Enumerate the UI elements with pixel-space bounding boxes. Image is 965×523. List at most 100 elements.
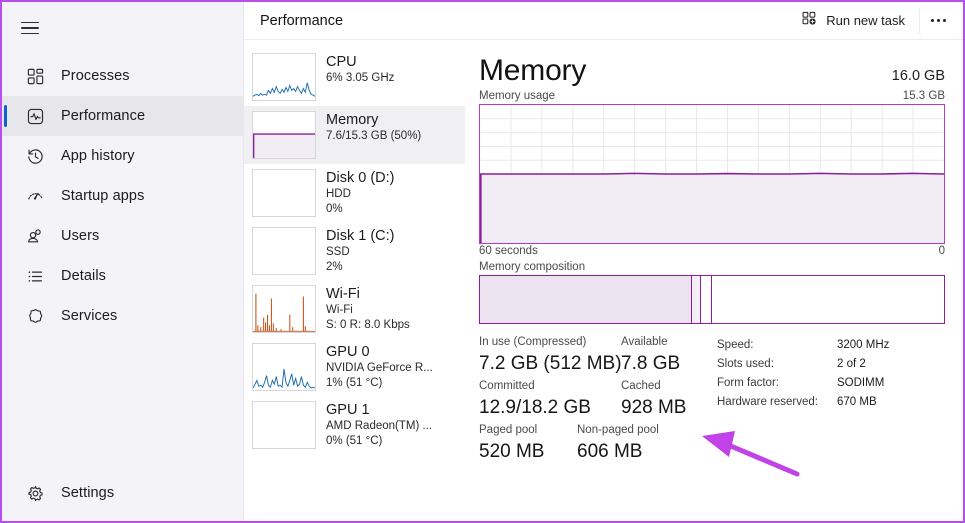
detail-total-memory: 16.0 GB (891, 68, 945, 84)
people-icon (26, 227, 45, 246)
resource-name: Wi-Fi (326, 286, 360, 302)
resource-name: GPU 0 (326, 344, 370, 360)
in-use-value: 7.2 GB (512 MB) (479, 353, 622, 374)
memory-usage-chart (479, 104, 945, 244)
gpu0-mini-graph (252, 343, 316, 391)
resource-item-memory[interactable]: Memory 7.6/15.3 GB (50%) (244, 106, 465, 164)
disk0-mini-graph (252, 169, 316, 217)
resource-name: Disk 1 (C:) (326, 228, 395, 244)
resource-sub2: S: 0 R: 8.0 Kbps (326, 318, 410, 331)
memory-composition-label: Memory composition (479, 261, 586, 273)
slots-label: Slots used: (717, 358, 774, 370)
resource-item-disk-1[interactable]: Disk 1 (C:) SSD 2% (244, 222, 465, 280)
speed-label: Speed: (717, 339, 754, 351)
composition-segment-modified[interactable] (690, 276, 701, 323)
resource-item-text: Disk 1 (C:) SSD 2% (326, 227, 394, 274)
detail-header: Memory 16.0 GB (479, 54, 945, 88)
resource-item-disk-0[interactable]: Disk 0 (D:) HDD 0% (244, 164, 465, 222)
stat-row-committed-cached: Committed Cached 12.9/18.2 GB 928 MB (479, 379, 711, 421)
graph-caption-row: Memory usage 15.3 GB (479, 90, 945, 102)
detail-title: Memory (479, 54, 587, 87)
resource-sub2: 2% (326, 260, 343, 273)
resource-sub1: NVIDIA GeForce R... (326, 362, 433, 374)
resource-item-text: Memory 7.6/15.3 GB (50%) (326, 111, 421, 144)
graph-caption-right: 15.3 GB (902, 90, 945, 102)
pulse-icon (26, 107, 45, 126)
resource-item-gpu-1[interactable]: GPU 1 AMD Radeon(TM) ... 0% (51 °C) (244, 396, 465, 454)
resource-sub1: Wi-Fi (326, 304, 353, 316)
resource-sub2: 0% (51 °C) (326, 434, 383, 447)
gear-icon (26, 484, 45, 503)
memory-info-grid: Speed: 3200 MHz Slots used: 2 of 2 Form … (717, 337, 945, 410)
resource-item-text: GPU 1 AMD Radeon(TM) ... 0% (51 °C) (326, 401, 432, 448)
resource-item-text: Wi-Fi Wi-Fi S: 0 R: 8.0 Kbps (326, 285, 410, 332)
sidebar-item-performance[interactable]: Performance (2, 96, 243, 136)
resource-sub2: 0% (326, 202, 343, 215)
composition-segment-in-use[interactable] (480, 276, 691, 323)
wifi-mini-graph (252, 285, 316, 333)
available-label: Available (621, 336, 668, 348)
in-use-label: In use (Compressed) (479, 336, 587, 348)
resource-item-text: Disk 0 (D:) HDD 0% (326, 169, 394, 216)
memory-mini-graph (252, 111, 316, 159)
memory-composition-bar[interactable] (479, 275, 945, 324)
resource-sub1: 6% 3.05 GHz (326, 72, 395, 84)
sidebar-item-users[interactable]: Users (2, 216, 243, 256)
axis-label-left: 60 seconds (479, 245, 538, 257)
cached-value: 928 MB (621, 397, 687, 418)
resource-name: GPU 1 (326, 402, 370, 418)
content-row: CPU 6% 3.05 GHz Memory 7.6/15.3 GB (50%)… (244, 40, 963, 521)
sidebar-item-services[interactable]: Services (2, 296, 243, 336)
memory-hardware-info: Speed: 3200 MHz Slots used: 2 of 2 Form … (711, 335, 945, 465)
form-factor-label: Form factor: (717, 377, 779, 389)
list-icon (26, 267, 45, 286)
run-new-task-button[interactable]: Run new task (791, 6, 915, 36)
sidebar-item-details[interactable]: Details (2, 256, 243, 296)
non-paged-pool-label: Non-paged pool (577, 424, 659, 436)
memory-stats: In use (Compressed) Available 7.2 GB (51… (479, 335, 945, 465)
resource-item-text: CPU 6% 3.05 GHz (326, 53, 394, 86)
resource-sub1: SSD (326, 246, 350, 258)
sidebar-item-startup-apps[interactable]: Startup apps (2, 176, 243, 216)
sidebar-item-app-history[interactable]: App history (2, 136, 243, 176)
more-options-button[interactable] (919, 5, 957, 36)
resource-name: Disk 0 (D:) (326, 170, 395, 186)
cpu-mini-graph (252, 53, 316, 101)
task-manager-window: Processes Performance App history Startu… (0, 0, 965, 523)
hardware-reserved-label: Hardware reserved: (717, 396, 818, 408)
sidebar-item-label: Processes (61, 68, 130, 84)
sidebar-item-settings[interactable]: Settings (2, 473, 243, 513)
resource-sub1: AMD Radeon(TM) ... (326, 420, 433, 432)
composition-segment-free[interactable] (710, 276, 944, 323)
sidebar-item-label: Settings (61, 485, 115, 501)
slots-value: 2 of 2 (837, 358, 866, 370)
resource-sub1: 7.6/15.3 GB (50%) (326, 130, 422, 142)
sidebar-bottom: Settings (2, 473, 243, 513)
resource-item-text: GPU 0 NVIDIA GeForce R... 1% (51 °C) (326, 343, 433, 390)
gpu1-mini-graph (252, 401, 316, 449)
paged-pool-value: 520 MB (479, 441, 545, 462)
hamburger-menu-button[interactable] (8, 8, 52, 48)
resource-item-cpu[interactable]: CPU 6% 3.05 GHz (244, 48, 465, 106)
cog-outline-icon (26, 307, 45, 326)
sidebar-item-processes[interactable]: Processes (2, 56, 243, 96)
ellipsis-icon (931, 19, 946, 22)
hardware-reserved-value: 670 MB (837, 396, 877, 408)
resource-list[interactable]: CPU 6% 3.05 GHz Memory 7.6/15.3 GB (50%)… (244, 40, 465, 521)
resource-name: CPU (326, 54, 357, 70)
sidebar-item-label: Performance (61, 108, 146, 124)
resource-item-wifi[interactable]: Wi-Fi Wi-Fi S: 0 R: 8.0 Kbps (244, 280, 465, 338)
cached-label: Cached (621, 380, 661, 392)
composition-segment-standby[interactable] (700, 276, 711, 323)
sidebar-item-label: Services (61, 308, 118, 324)
graph-caption-left: Memory usage (479, 90, 556, 102)
resource-name: Memory (326, 112, 379, 128)
resource-item-gpu-0[interactable]: GPU 0 NVIDIA GeForce R... 1% (51 °C) (244, 338, 465, 396)
run-new-task-label: Run new task (826, 13, 905, 28)
main-pane: Performance Run new task CPU 6% 3.05 GHz… (243, 2, 963, 521)
history-icon (26, 147, 45, 166)
available-value: 7.8 GB (621, 353, 681, 374)
sidebar-item-label: Startup apps (61, 188, 145, 204)
committed-value: 12.9/18.2 GB (479, 397, 591, 418)
sidebar-item-label: Details (61, 268, 107, 284)
